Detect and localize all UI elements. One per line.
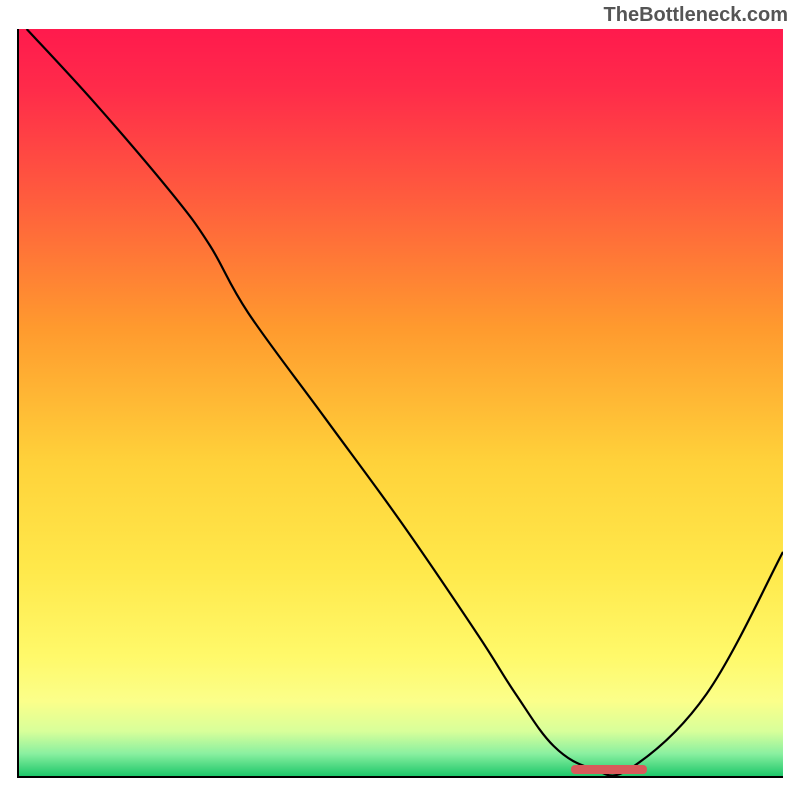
watermark-text: TheBottleneck.com xyxy=(604,4,788,27)
chart-curve xyxy=(19,29,783,776)
chart-plot-area xyxy=(17,29,783,778)
optimal-range-marker xyxy=(571,765,648,774)
